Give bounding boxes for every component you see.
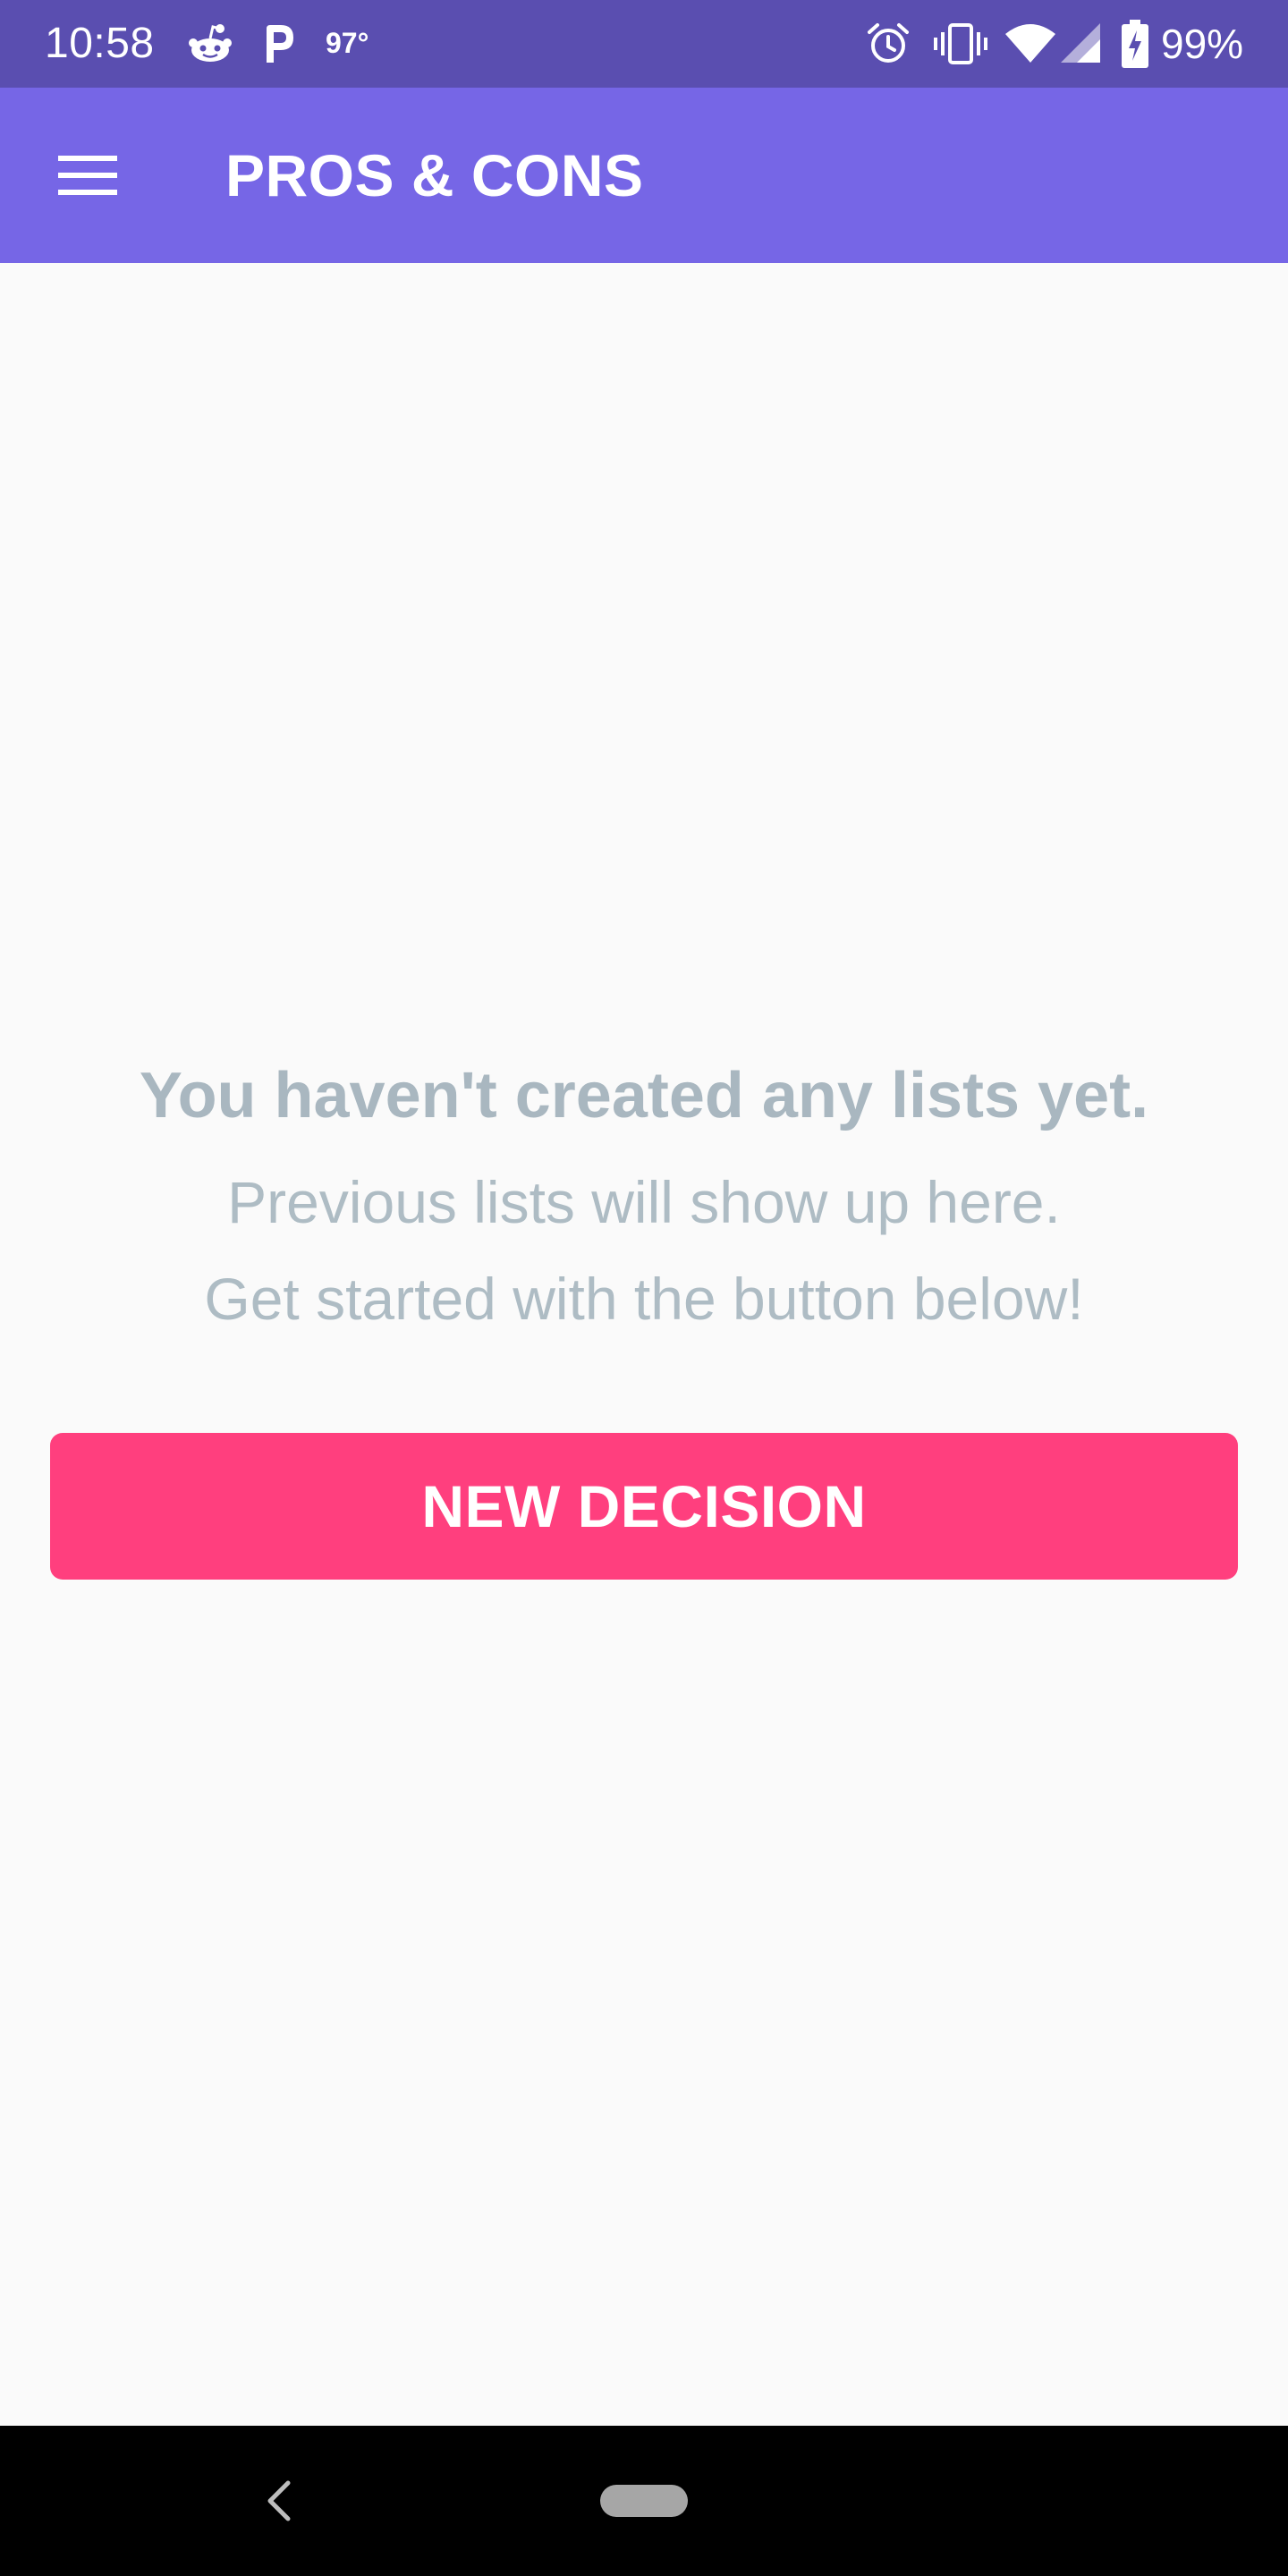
new-decision-button[interactable]: NEW DECISION (50, 1433, 1238, 1580)
battery-charging-icon (1122, 20, 1148, 68)
menu-icon (58, 156, 117, 195)
status-time: 10:58 (45, 20, 155, 67)
app-screen: 10:58 97° 99% PROS & CONS You haven't cr… (0, 0, 1288, 2576)
status-bar: 10:58 97° 99% (0, 0, 1288, 88)
wifi-icon (1005, 24, 1055, 63)
home-pill-icon[interactable] (600, 2485, 688, 2517)
cell-signal-icon (1061, 23, 1100, 63)
system-nav-bar (0, 2426, 1288, 2576)
status-temperature: 97° (326, 27, 369, 59)
app-title: PROS & CONS (225, 142, 644, 208)
empty-state-message: Previous lists will show up here. (227, 1169, 1061, 1235)
battery-percentage: 99% (1161, 21, 1244, 67)
menu-button[interactable] (36, 140, 140, 211)
reddit-icon (189, 24, 232, 62)
empty-state-hint: Get started with the button below! (204, 1266, 1084, 1332)
parking-icon (267, 25, 293, 63)
empty-state-heading: You haven't created any lists yet. (139, 1060, 1149, 1131)
alarm-icon (868, 23, 909, 63)
back-chevron-icon[interactable] (259, 2476, 299, 2526)
app-bar: PROS & CONS (0, 88, 1288, 263)
vibrate-icon (934, 23, 987, 64)
